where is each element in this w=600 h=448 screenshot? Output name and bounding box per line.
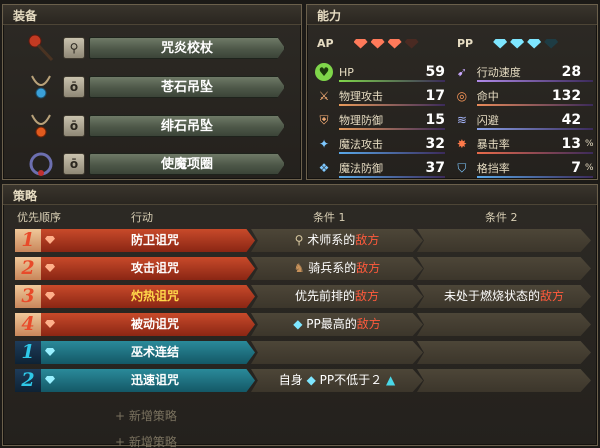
tactic-row[interactable]: 1 防卫诅咒 ⚲ 术师系的敌方: [15, 229, 591, 252]
equipment-panel: 装备 ⚲ 咒炎校杖 ō 苍石吊坠 ō 绯石吊坠 ō 使魔项圈: [2, 4, 302, 180]
shield-icon: ⛉: [457, 161, 467, 175]
tactic-condition-1[interactable]: ⚲ 术师系的敌方: [251, 229, 423, 252]
tactic-condition-2[interactable]: [417, 313, 591, 336]
pp-gem-icon: ◆: [306, 373, 316, 387]
tactics-title: 策略: [13, 189, 38, 203]
stat-evasion: ≋ 闪避 42: [453, 109, 593, 131]
evasion-icon: ≋: [456, 113, 467, 127]
tactic-action[interactable]: 防卫诅咒: [41, 229, 255, 252]
tactic-row[interactable]: 4 被动诅咒 ◆ PP最高的敌方: [15, 313, 591, 336]
tactic-condition-1[interactable]: 优先前排的敌方: [251, 285, 423, 308]
stat-hp: ♥ HP 59: [315, 61, 445, 83]
blue-pendant-icon: [25, 71, 57, 103]
key-icon: ⚲: [294, 233, 304, 247]
tactic-action[interactable]: 巫术连结: [41, 341, 255, 364]
stat-physical-attack: ⚔ 物理攻击 17: [315, 85, 445, 107]
pp-label: PP: [457, 37, 474, 50]
pp-gem-icon: ◆: [293, 317, 303, 331]
stat-accuracy: ◎ 命中 132: [453, 85, 593, 107]
speed-icon: ➹: [456, 65, 467, 79]
magic-shield-icon: ❖: [318, 161, 330, 175]
ap-gem-icon: [404, 38, 419, 49]
equipment-name[interactable]: 苍石吊坠: [89, 76, 285, 98]
tactic-condition-2[interactable]: [417, 229, 591, 252]
pp-gem-icon: [493, 38, 508, 49]
ap-gem-icon: [370, 38, 385, 49]
tactic-condition-2[interactable]: 未处于燃烧状态的敌方: [417, 285, 591, 308]
stat-magic-defense: ❖ 魔法防御 37: [315, 157, 445, 179]
add-tactic-button[interactable]: + 新增策略: [115, 433, 177, 448]
ap-label: AP: [317, 37, 334, 50]
header-priority: 优先顺序: [17, 211, 61, 224]
heart-icon: ♥: [315, 63, 333, 81]
tactic-row[interactable]: 2 迅速诅咒 自身 ◆ PP不低于２ ▲: [15, 369, 591, 392]
tactic-condition-1[interactable]: ◆ PP最高的敌方: [251, 313, 423, 336]
stats-title: 能力: [317, 9, 342, 23]
tactic-row[interactable]: 3 灼热诅咒 优先前排的敌方 未处于燃烧状态的敌方: [15, 285, 591, 308]
equipment-name[interactable]: 绯石吊坠: [89, 115, 285, 137]
stat-physical-defense: ⛨ 物理防御 15: [315, 109, 445, 131]
familiar-collar-icon: [25, 148, 57, 180]
crit-icon: ✸: [456, 137, 467, 151]
tactic-condition-1[interactable]: [251, 341, 423, 364]
ap-gem-icon: [387, 38, 402, 49]
equipment-slot-2[interactable]: ō 苍石吊坠: [25, 74, 285, 100]
sword-icon: ⚔: [318, 89, 330, 103]
stat-block-rate: ⛉ 格挡率 7 %: [453, 157, 594, 179]
stat-speed: ➹ 行动速度 28: [453, 61, 593, 83]
equipment-name[interactable]: 咒炎校杖: [89, 37, 285, 59]
tactic-condition-2[interactable]: [417, 369, 591, 392]
equipment-title: 装备: [13, 9, 38, 23]
tactic-action[interactable]: 迅速诅咒: [41, 369, 255, 392]
pp-gem-icon: [510, 38, 525, 49]
tactic-condition-2[interactable]: [417, 257, 591, 280]
equipment-slot-4[interactable]: ō 使魔项圈: [25, 151, 285, 177]
magic-staff-icon: ✦: [318, 137, 330, 151]
pp-gem-icon: [527, 38, 542, 49]
tactic-row[interactable]: 1 巫术连结: [15, 341, 591, 364]
tactic-condition-1[interactable]: ♞ 骑兵系的敌方: [251, 257, 423, 280]
add-tactic-button[interactable]: + 新增策略: [115, 407, 177, 424]
target-icon: ◎: [456, 89, 468, 103]
pp-gauge: PP: [457, 37, 561, 50]
accessory-slot-icon: ō: [63, 153, 85, 175]
horse-icon: ♞: [293, 261, 305, 275]
stat-crit-rate: ✸ 暴击率 13 %: [453, 133, 594, 155]
tactic-action[interactable]: 攻击诅咒: [41, 257, 255, 280]
tactic-condition-1[interactable]: 自身 ◆ PP不低于２ ▲: [251, 369, 423, 392]
up-arrow-icon: ▲: [385, 373, 396, 387]
header-condition-1: 条件 1: [313, 211, 346, 224]
weapon-slot-icon: ⚲: [63, 37, 85, 59]
equipment-slot-3[interactable]: ō 绯石吊坠: [25, 113, 285, 139]
accessory-slot-icon: ō: [63, 76, 85, 98]
tactic-action[interactable]: 灼热诅咒: [41, 285, 255, 308]
ap-gauge: AP: [317, 37, 422, 50]
armor-icon: ⛨: [319, 113, 329, 127]
ap-gem-icon: [353, 38, 368, 49]
tactic-row[interactable]: 2 攻击诅咒 ♞ 骑兵系的敌方: [15, 257, 591, 280]
pp-gem-icon: [544, 38, 559, 49]
red-pendant-icon: [25, 110, 57, 142]
stat-magic-attack: ✦ 魔法攻击 32: [315, 133, 445, 155]
staff-icon: [25, 32, 57, 64]
stats-panel: 能力 AP PP ♥ HP 59 ⚔ 物理攻击 17 ⛨ 物理防御 15 ✦ 魔…: [306, 4, 598, 180]
tactic-condition-2[interactable]: [417, 341, 591, 364]
header-condition-2: 条件 2: [485, 211, 518, 224]
tactics-panel: 策略 优先顺序 行动 条件 1 条件 2 1 防卫诅咒 ⚲ 术师系的敌方 2 攻…: [2, 184, 598, 448]
accessory-slot-icon: ō: [63, 115, 85, 137]
tactic-action[interactable]: 被动诅咒: [41, 313, 255, 336]
equipment-name[interactable]: 使魔项圈: [89, 153, 285, 175]
equipment-slot-1[interactable]: ⚲ 咒炎校杖: [25, 32, 285, 64]
header-action: 行动: [131, 211, 153, 224]
